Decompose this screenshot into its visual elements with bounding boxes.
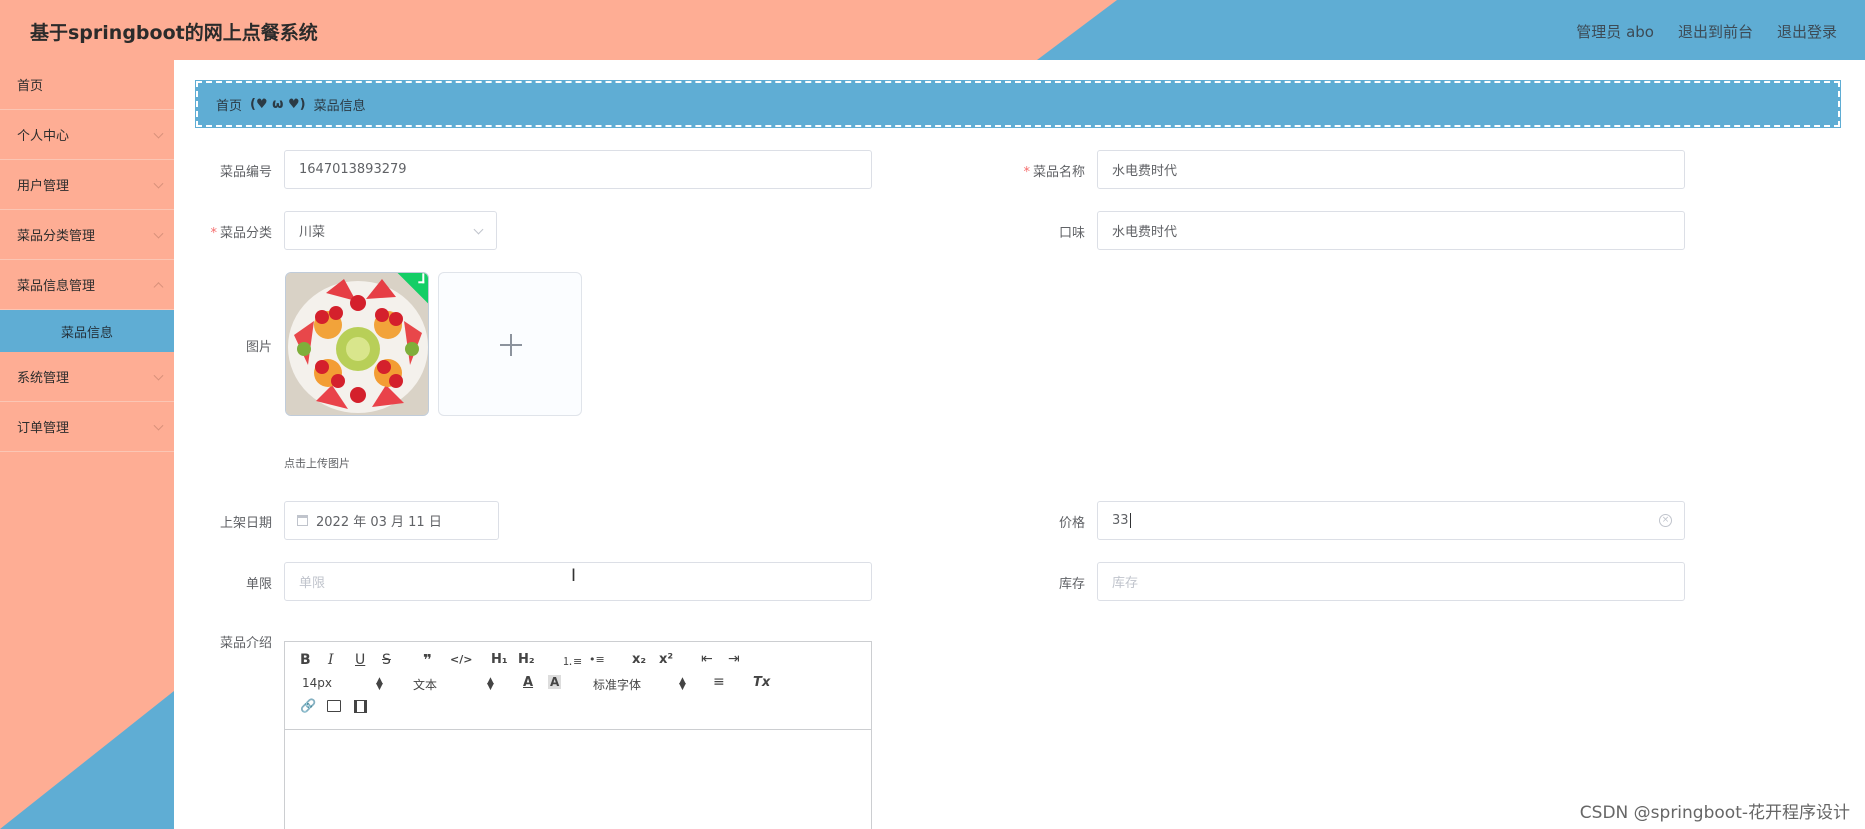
dish-code-input[interactable]: 1647013893279 [284, 150, 872, 189]
superscript-icon[interactable]: x² [659, 652, 673, 667]
font-family-value: 标准字体 [593, 678, 642, 692]
price-input[interactable]: 33 × [1097, 501, 1685, 540]
sidebar-item-order-management[interactable]: 订单管理 [0, 402, 174, 452]
app-title: 基于springboot的网上点餐系统 [30, 22, 318, 44]
chevron-down-icon [153, 228, 164, 239]
ordered-list-icon[interactable]: ⒈≡ [562, 653, 582, 669]
taste-input[interactable]: 水电费时代 [1097, 211, 1685, 250]
chevron-down-icon [473, 224, 484, 235]
underline-icon[interactable]: U [355, 652, 365, 668]
stock-input[interactable]: 库存 [1097, 562, 1685, 601]
chevron-down-icon [153, 420, 164, 431]
image-icon[interactable] [327, 700, 341, 712]
dish-category-value: 川菜 [299, 225, 326, 240]
header-nav: 管理员 abo 退出到前台 退出登录 [1576, 21, 1837, 42]
sidebar-item-label: 订单管理 [17, 421, 70, 436]
chevron-down-icon [153, 128, 164, 139]
chevron-down-icon [153, 370, 164, 381]
bullet-list-icon[interactable]: •≡ [589, 653, 605, 666]
outdent-icon[interactable]: ⇤ [701, 651, 713, 667]
dish-name-label: * 菜品名称 [1023, 165, 1085, 180]
dish-code-label: 菜品编号 [219, 165, 272, 180]
taste-label: 口味 [1058, 226, 1085, 241]
sidebar-item-home[interactable]: 首页 [0, 60, 174, 110]
chevron-down-icon [153, 178, 164, 189]
calendar-icon [297, 515, 308, 526]
check-icon [418, 273, 425, 284]
dish-category-select[interactable]: 川菜 [284, 211, 497, 250]
updown-arrows-icon: ▲ ▼ [376, 676, 383, 692]
upload-tip: 点击上传图片 [284, 457, 350, 470]
font-size-value: 14px [302, 676, 332, 690]
sidebar-item-label: 菜品信息 [60, 325, 113, 341]
top-header: 基于springboot的网上点餐系统 管理员 abo 退出到前台 退出登录 [0, 0, 1865, 60]
price-value: 33 [1112, 513, 1129, 528]
list-date-picker[interactable]: 2022 年 03 月 11 日 [284, 501, 499, 540]
header-picker-value: 文本 [413, 678, 438, 692]
header-1-icon[interactable]: H₁ [491, 652, 508, 667]
align-icon[interactable]: ≡ [713, 674, 725, 690]
sidebar-decoration [0, 691, 174, 829]
price-label: 价格 [1058, 516, 1085, 531]
limit-label: 单限 [245, 577, 272, 592]
sidebar-item-user-management[interactable]: 用户管理 [0, 160, 174, 210]
font-color-icon[interactable]: A [523, 675, 533, 690]
subscript-icon[interactable]: x₂ [632, 652, 646, 667]
plus-icon-stem [510, 334, 512, 356]
sidebar-item-label: 个人中心 [17, 129, 70, 144]
code-block-icon[interactable]: </> [450, 653, 472, 666]
dish-category-label: * 菜品分类 [210, 226, 272, 241]
sidebar-item-label: 用户管理 [17, 179, 70, 194]
list-date-label: 上架日期 [219, 516, 272, 531]
updown-arrows-icon: ▲ ▼ [679, 676, 686, 692]
dish-name-input[interactable]: 水电费时代 [1097, 150, 1685, 189]
breadcrumb-separator: (♥ ω ♥) [250, 96, 306, 112]
breadcrumb: 首页 (♥ ω ♥) 菜品信息 [195, 80, 1841, 128]
background-color-icon[interactable]: A [548, 675, 562, 689]
video-icon[interactable] [354, 700, 367, 713]
chevron-up-icon [153, 281, 164, 292]
sidebar-item-label: 系统管理 [17, 371, 70, 386]
ibeam-cursor-icon: I [571, 566, 577, 586]
clear-icon[interactable]: × [1659, 514, 1672, 527]
rich-text-editor[interactable]: B I U S ❞ </> H₁ H₂ ⒈≡ •≡ x₂ x² ⇤ ⇥ 14px… [284, 641, 872, 829]
breadcrumb-current: 菜品信息 [313, 98, 366, 114]
bold-icon[interactable]: B [300, 652, 311, 668]
limit-input[interactable]: 单限 [284, 562, 872, 601]
text-caret [1129, 513, 1131, 528]
sidebar-subitem-dish-info[interactable]: 菜品信息 [0, 310, 174, 352]
font-family-picker[interactable]: 标准字体 ▲ ▼ [593, 676, 686, 693]
clear-format-icon[interactable]: Tx [753, 675, 770, 690]
intro-label: 菜品介绍 [219, 636, 272, 651]
link-icon[interactable]: 🔗 [300, 699, 316, 714]
blockquote-icon[interactable]: ❞ [423, 651, 432, 669]
header-picker[interactable]: 文本 ▲ ▼ [413, 676, 494, 693]
strikethrough-icon[interactable]: S [382, 652, 391, 668]
logout-link[interactable]: 退出登录 [1777, 21, 1837, 42]
sidebar-item-label: 菜品分类管理 [17, 229, 96, 244]
sidebar-item-system-management[interactable]: 系统管理 [0, 352, 174, 402]
italic-icon[interactable]: I [328, 652, 334, 668]
watermark: CSDN @springboot-花开程序设计 [1579, 803, 1850, 823]
editor-toolbar: B I U S ❞ </> H₁ H₂ ⒈≡ •≡ x₂ x² ⇤ ⇥ 14px… [285, 642, 871, 730]
go-front-link[interactable]: 退出到前台 [1678, 21, 1753, 42]
admin-user-label[interactable]: 管理员 abo [1576, 21, 1654, 42]
sidebar: 首页 个人中心 用户管理 菜品分类管理 菜品信息管理 菜品信息 系统管理 订单管… [0, 60, 174, 829]
indent-icon[interactable]: ⇥ [728, 651, 740, 667]
uploaded-dish-image[interactable] [285, 272, 429, 416]
image-label: 图片 [245, 340, 272, 355]
sidebar-item-dish-info-management[interactable]: 菜品信息管理 [0, 260, 174, 310]
font-size-picker[interactable]: 14px ▲ ▼ [302, 676, 383, 692]
sidebar-item-label: 菜品信息管理 [17, 279, 96, 294]
updown-arrows-icon: ▲ ▼ [487, 676, 494, 692]
breadcrumb-home[interactable]: 首页 [216, 95, 242, 114]
list-date-value: 2022 年 03 月 11 日 [316, 515, 442, 530]
sidebar-item-label: 首页 [17, 79, 44, 94]
sidebar-item-personal-center[interactable]: 个人中心 [0, 110, 174, 160]
fruit-platter-image [286, 273, 428, 415]
sidebar-item-dish-category-management[interactable]: 菜品分类管理 [0, 210, 174, 260]
header-2-icon[interactable]: H₂ [518, 652, 535, 667]
upload-add-button[interactable] [438, 272, 582, 416]
stock-label: 库存 [1058, 577, 1085, 592]
